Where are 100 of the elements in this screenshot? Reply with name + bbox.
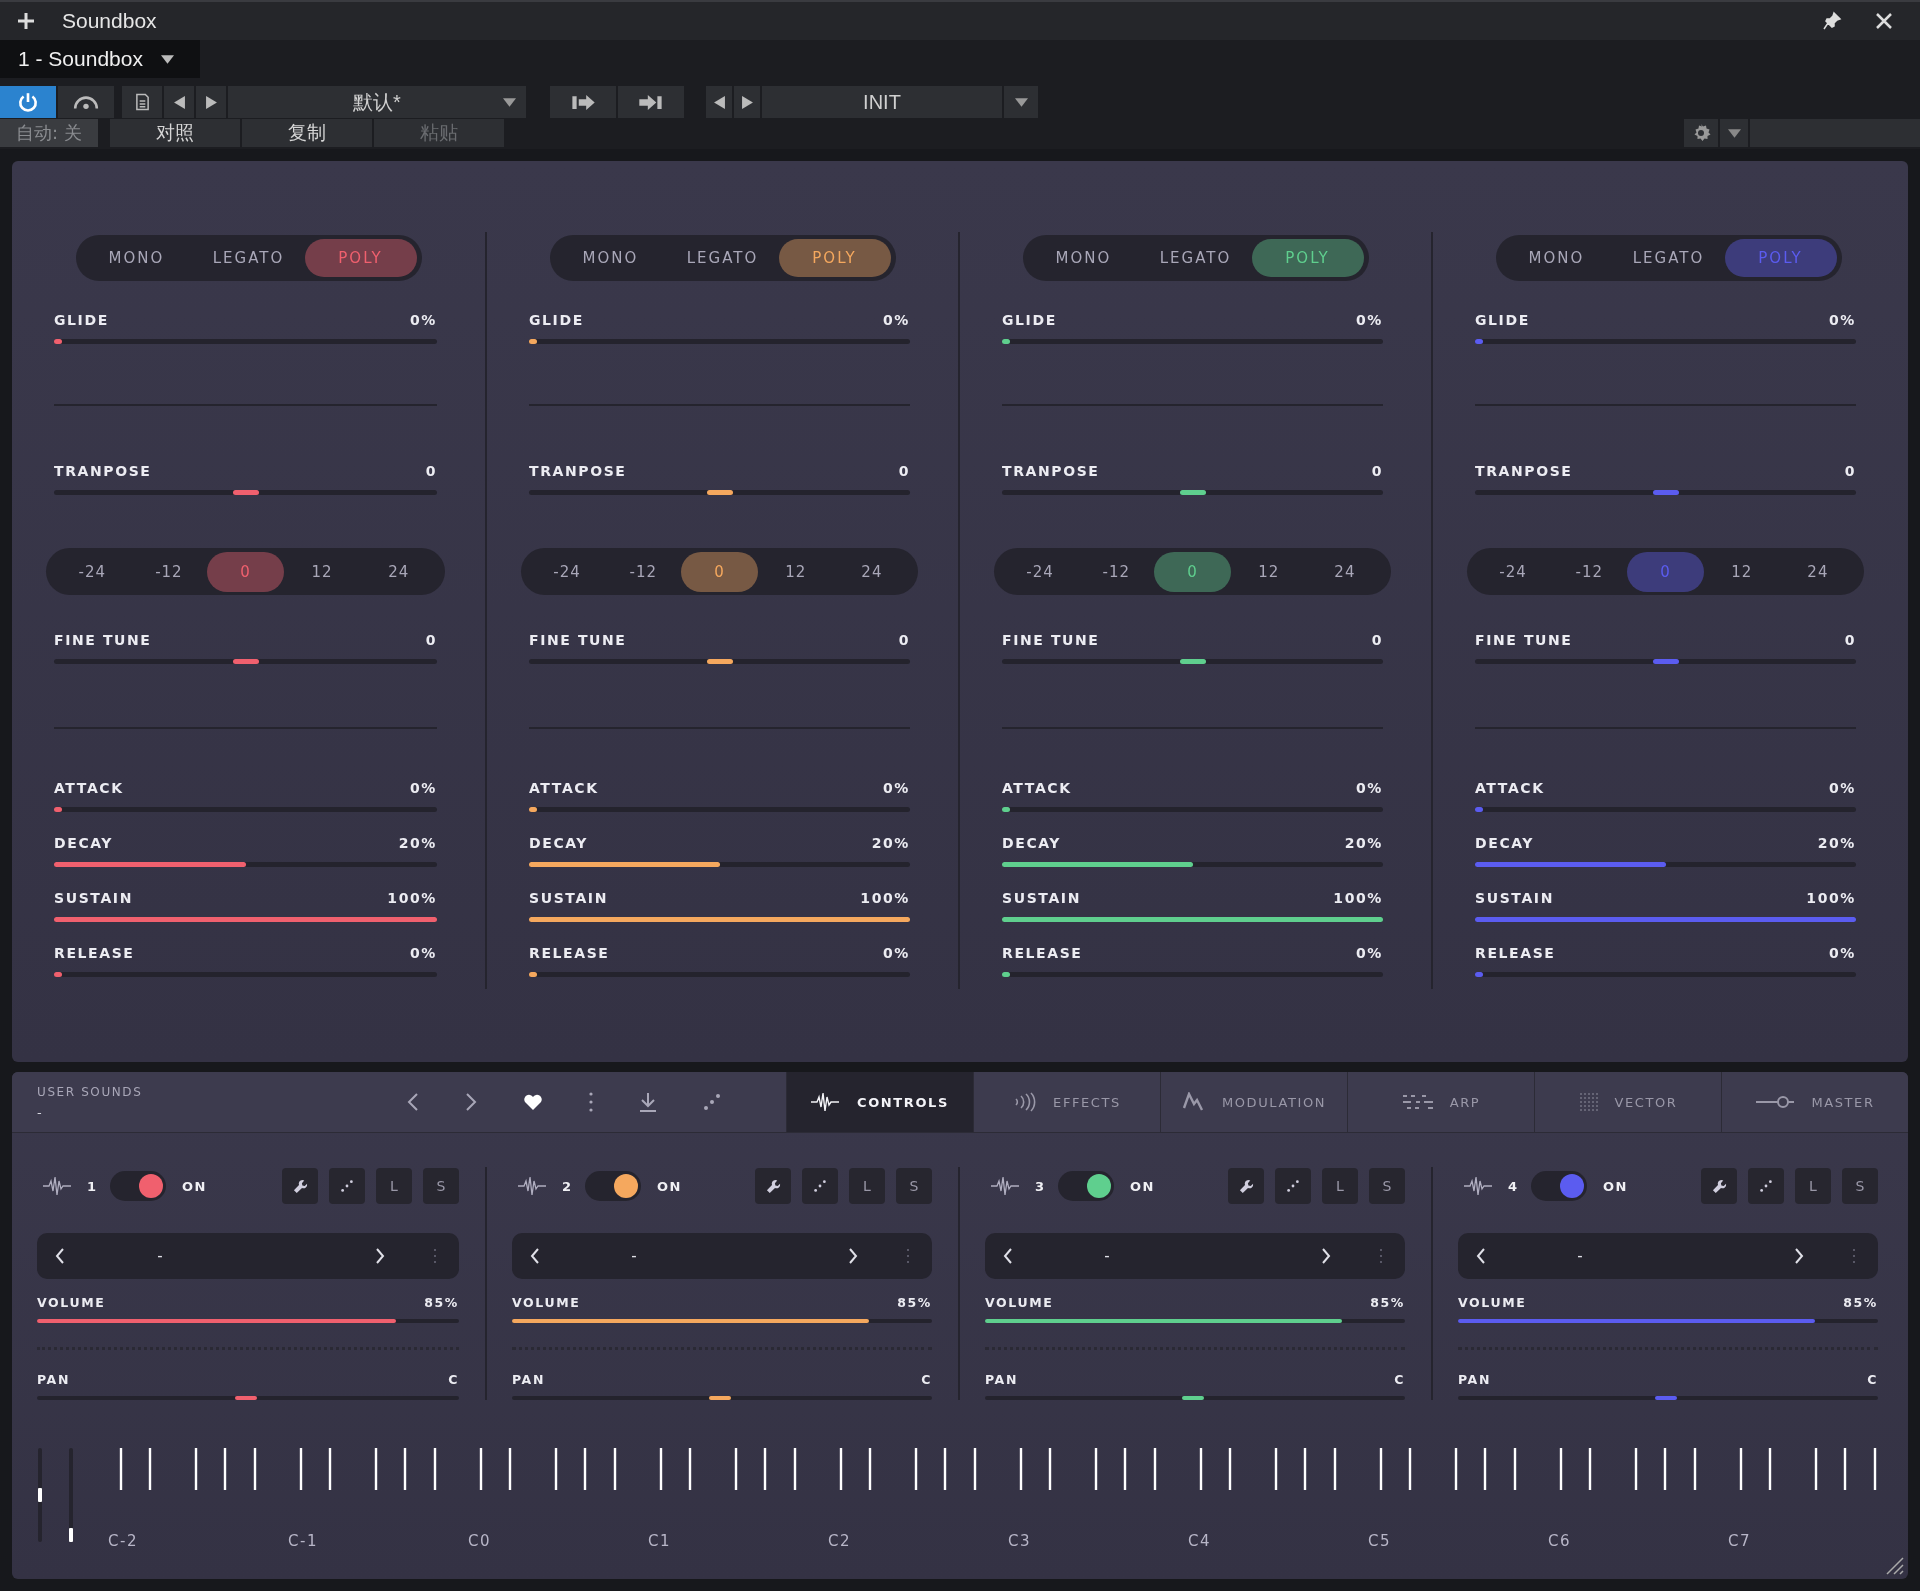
toggle-switch[interactable] [110, 1171, 167, 1201]
octave-option[interactable]: 24 [1779, 551, 1856, 592]
slider-fill[interactable] [1458, 1319, 1815, 1323]
document-button[interactable] [122, 86, 162, 118]
channel-button[interactable]: S [1369, 1168, 1405, 1204]
slider-fill[interactable] [1475, 862, 1666, 867]
slider-fill[interactable] [529, 972, 537, 977]
patch-dropdown[interactable]: INIT [762, 86, 1002, 118]
toggle-switch[interactable] [1058, 1171, 1115, 1201]
section-tab[interactable]: VECTOR [1534, 1072, 1721, 1132]
scatter-icon[interactable] [703, 1093, 721, 1111]
slider-thumb[interactable] [709, 1396, 731, 1400]
slider-fill[interactable] [54, 972, 62, 977]
slider-fill[interactable] [1002, 972, 1010, 977]
slider-thumb[interactable] [1652, 659, 1679, 664]
slider-fill[interactable] [54, 917, 437, 922]
slider-fill[interactable] [529, 862, 720, 867]
slider-fill[interactable] [529, 807, 537, 812]
channel-button[interactable]: L [376, 1168, 412, 1204]
slider-thumb[interactable] [706, 659, 733, 664]
octave-option[interactable]: 24 [833, 551, 910, 592]
slider-fill[interactable] [529, 917, 910, 922]
slider-fill[interactable] [1475, 807, 1483, 812]
slider-thumb[interactable] [235, 1396, 257, 1400]
toolbar-button[interactable]: 对照 [110, 119, 240, 147]
toggle-switch[interactable] [585, 1171, 642, 1201]
download-icon[interactable] [639, 1092, 657, 1112]
slider-fill[interactable] [985, 1319, 1342, 1323]
slider-fill[interactable] [54, 862, 246, 867]
wrench-button[interactable] [1701, 1168, 1737, 1204]
load-button[interactable] [550, 86, 616, 118]
channel-button[interactable]: S [896, 1168, 932, 1204]
slider-fill[interactable] [1475, 339, 1483, 344]
octave-option[interactable]: -12 [605, 551, 682, 592]
octave-option[interactable]: 12 [757, 551, 834, 592]
channel-button[interactable]: S [423, 1168, 459, 1204]
octave-option[interactable]: 0 [1154, 551, 1231, 592]
load-button[interactable] [618, 86, 684, 118]
slider-fill[interactable] [529, 339, 537, 344]
window-tab[interactable]: 1 - Soundbox [0, 40, 200, 78]
mode-option[interactable]: MONO [1027, 239, 1140, 277]
octave-option[interactable]: 24 [1306, 551, 1383, 592]
octave-option[interactable]: -24 [529, 551, 606, 592]
section-tab[interactable]: EFFECTS [973, 1072, 1160, 1132]
dropdown-button[interactable] [1004, 86, 1038, 118]
octave-option[interactable]: -12 [1078, 551, 1155, 592]
add-icon[interactable] [16, 11, 36, 31]
slider-fill[interactable] [1002, 917, 1383, 922]
slider-thumb[interactable] [232, 490, 259, 495]
mode-option[interactable]: MONO [1500, 239, 1613, 277]
octave-option[interactable]: 12 [283, 551, 361, 592]
section-tab[interactable]: MODULATION [1160, 1072, 1347, 1132]
octave-option[interactable]: -24 [54, 551, 131, 592]
slider-thumb[interactable] [232, 659, 259, 664]
slider-fill[interactable] [1475, 917, 1856, 922]
mode-option[interactable]: LEGATO [666, 239, 779, 277]
previous-button[interactable] [706, 86, 732, 118]
channel-button[interactable]: L [1322, 1168, 1358, 1204]
previous-button[interactable] [164, 86, 194, 118]
slider-fill[interactable] [54, 339, 62, 344]
slider-fill[interactable] [1002, 339, 1010, 344]
section-tab[interactable]: ARP [1347, 1072, 1534, 1132]
more-icon[interactable] [589, 1092, 593, 1112]
slider-thumb[interactable] [706, 490, 733, 495]
pin-icon[interactable] [1822, 11, 1842, 31]
power-button[interactable] [0, 86, 56, 118]
octave-option[interactable]: -12 [1551, 551, 1628, 592]
wheel-thumb[interactable] [38, 1488, 42, 1502]
wrench-button[interactable] [1228, 1168, 1264, 1204]
channel-button[interactable]: L [1795, 1168, 1831, 1204]
section-tab[interactable]: CONTROLS [786, 1072, 973, 1132]
next-button[interactable] [734, 86, 760, 118]
octave-option[interactable]: 12 [1703, 551, 1780, 592]
slider-thumb[interactable] [1179, 659, 1206, 664]
monitor-button[interactable] [58, 86, 114, 118]
octave-option[interactable]: 12 [1230, 551, 1307, 592]
mode-option[interactable]: LEGATO [1612, 239, 1725, 277]
next-button[interactable] [196, 86, 226, 118]
slider-thumb[interactable] [1652, 490, 1679, 495]
wheel-thumb[interactable] [69, 1528, 73, 1542]
close-icon[interactable] [1874, 11, 1894, 31]
octave-option[interactable]: 24 [360, 551, 437, 592]
mode-option[interactable]: MONO [554, 239, 667, 277]
slider-fill[interactable] [1002, 862, 1193, 867]
slider-thumb[interactable] [1182, 1396, 1204, 1400]
preset-dropdown[interactable]: 默认* [228, 86, 526, 118]
slider-fill[interactable] [1002, 807, 1010, 812]
mode-option[interactable]: LEGATO [1139, 239, 1252, 277]
wrench-button[interactable] [755, 1168, 791, 1204]
section-tab[interactable]: MASTER [1721, 1072, 1908, 1132]
heart-icon[interactable] [523, 1093, 543, 1111]
slider-thumb[interactable] [1655, 1396, 1677, 1400]
slider-thumb[interactable] [1179, 490, 1206, 495]
toolbar-button[interactable]: 复制 [242, 119, 372, 147]
slider-fill[interactable] [37, 1319, 396, 1323]
octave-option[interactable]: -24 [1475, 551, 1552, 592]
channel-button[interactable]: L [849, 1168, 885, 1204]
settings-button[interactable] [1684, 119, 1718, 147]
mode-option[interactable]: LEGATO [192, 239, 305, 277]
wrench-button[interactable] [282, 1168, 318, 1204]
